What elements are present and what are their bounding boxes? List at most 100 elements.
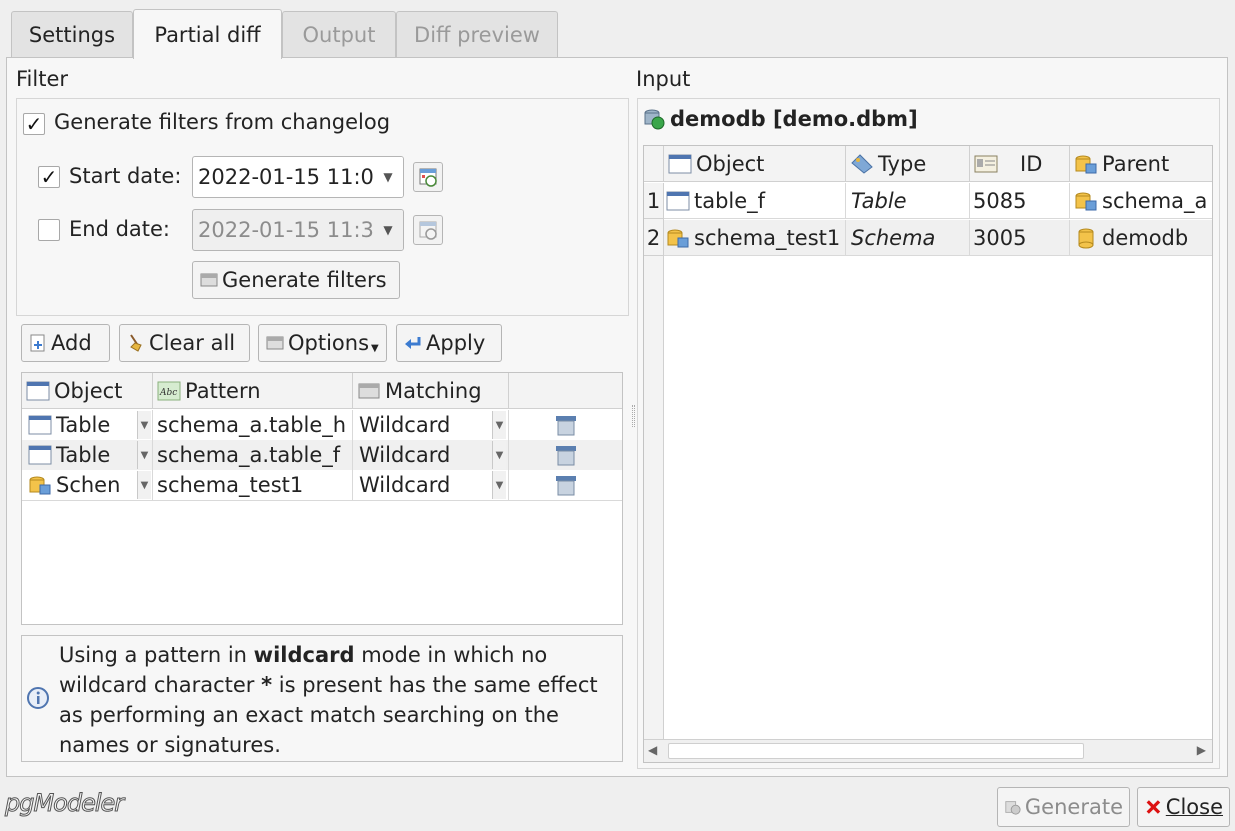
chevron-down-icon[interactable]: ▼ [492, 441, 506, 469]
start-date-input[interactable]: 2022-01-15 11:00 ▼ [192, 156, 404, 198]
tab-settings[interactable]: Settings [11, 11, 133, 58]
apply-label: Apply [426, 331, 486, 355]
table-row-pattern[interactable]: schema_a.table_h [153, 410, 353, 440]
column-header-label: Object [54, 378, 123, 403]
add-button[interactable]: Add [21, 324, 110, 362]
table-row-pattern[interactable]: schema_test1 [153, 470, 353, 500]
add-icon [30, 334, 45, 352]
column-header-id[interactable]: ID [970, 146, 1070, 182]
schema-icon [667, 229, 689, 247]
cell-text: Table [56, 443, 111, 467]
horizontal-scrollbar[interactable]: ◀ ▶ [644, 739, 1212, 762]
apply-button[interactable]: Apply [396, 324, 502, 362]
info-text-bold: * [261, 673, 273, 697]
close-label: Close [1165, 795, 1223, 819]
column-header-type[interactable]: Type [846, 146, 970, 182]
column-header-object[interactable]: Object [22, 373, 153, 409]
table-icon [28, 445, 52, 465]
end-date-input[interactable]: 2022-01-15 11:33 ▼ [192, 209, 404, 251]
end-date-value: 2022-01-15 11:33 [198, 218, 388, 242]
column-header-label: Parent [1102, 151, 1170, 176]
chevron-down-icon[interactable]: ▼ [137, 441, 151, 469]
cell-text: table_f [694, 188, 766, 213]
svg-text:Abc: Abc [159, 388, 177, 398]
tab-output[interactable]: Output [282, 11, 396, 58]
end-date-checkbox[interactable] [38, 219, 60, 241]
trash-icon [555, 446, 576, 466]
table-row-object[interactable]: Table [22, 440, 153, 470]
cell-text: schema_a.table_f [157, 443, 341, 467]
table-row-id[interactable]: 3005 [970, 220, 1070, 256]
remove-row-button[interactable] [509, 440, 622, 470]
text-icon: Abc [157, 381, 181, 400]
row-number[interactable]: 2 [644, 220, 664, 256]
scrollbar-thumb[interactable] [668, 743, 1084, 759]
generate-filters-button[interactable]: Generate filters [192, 261, 400, 299]
table-row-parent[interactable]: demodb [1070, 220, 1212, 256]
input-table: Object Type ID Parent 1 table_f Table 50… [643, 145, 1213, 763]
table-row-pattern[interactable]: schema_a.table_f [153, 440, 353, 470]
chevron-down-icon[interactable]: ▼ [137, 471, 151, 499]
table-row-id[interactable]: 5085 [970, 183, 1070, 219]
table-row-parent[interactable]: schema_a [1070, 183, 1212, 219]
start-date-value: 2022-01-15 11:00 [198, 165, 388, 189]
table-row-object[interactable]: schema_test1 [664, 220, 846, 256]
start-date-label: Start date: [69, 164, 182, 188]
type-icon [851, 153, 873, 174]
scroll-left-icon[interactable]: ◀ [648, 743, 657, 757]
add-label: Add [51, 331, 92, 355]
schema-icon [29, 476, 51, 495]
filter-table: Object Abc Pattern Matching Table ▼ sche… [21, 372, 623, 625]
table-row-object[interactable]: table_f [664, 183, 846, 219]
chevron-down-icon[interactable]: ▼ [492, 471, 506, 499]
chevron-down-icon[interactable]: ▼ [137, 411, 151, 439]
row-divider [22, 500, 622, 501]
table-row-matching[interactable]: Wildcard [353, 410, 509, 440]
table-row-matching[interactable]: Wildcard [353, 470, 509, 500]
close-icon [1146, 800, 1161, 814]
column-header-matching[interactable]: Matching [353, 373, 509, 409]
info-box: Using a pattern in wildcard mode in whic… [21, 635, 623, 762]
schema-icon [1075, 192, 1097, 210]
cell-text: schema_a [1102, 188, 1208, 213]
column-header-label: Object [696, 151, 765, 176]
clear-all-button[interactable]: Clear all [119, 324, 250, 362]
trash-icon [555, 416, 576, 436]
options-label: Options [288, 331, 370, 355]
scroll-right-icon[interactable]: ▶ [1197, 743, 1206, 757]
cell-text: Wildcard [359, 443, 451, 467]
chevron-down-icon[interactable]: ▼ [492, 411, 506, 439]
close-button[interactable]: Close [1137, 787, 1230, 827]
start-date-calendar-button[interactable] [413, 162, 443, 192]
column-header-parent[interactable]: Parent [1070, 146, 1212, 182]
table-row-object[interactable]: Table [22, 410, 153, 440]
row-number[interactable]: 1 [644, 183, 664, 219]
table-row-type[interactable]: Schema [846, 220, 970, 256]
broom-icon [130, 334, 142, 352]
remove-row-button[interactable] [509, 410, 622, 440]
cell-text: Wildcard [359, 473, 451, 497]
column-header-label: Type [878, 151, 927, 176]
app-logo: pgModeler [4, 789, 124, 818]
column-header-pattern[interactable]: Abc Pattern [153, 373, 353, 409]
end-date-calendar-button[interactable] [413, 215, 443, 245]
remove-row-button[interactable] [509, 470, 622, 500]
column-header-object[interactable]: Object [664, 146, 846, 182]
splitter-handle[interactable] [632, 405, 635, 427]
chevron-down-icon[interactable]: ▼ [373, 157, 403, 197]
generate-button[interactable]: Generate [997, 787, 1130, 827]
tab-diff-preview[interactable]: Diff preview [396, 11, 558, 58]
row-header-gutter [644, 183, 664, 739]
table-row-object[interactable]: Schen [22, 470, 153, 500]
options-button[interactable]: Options ▼ [258, 324, 387, 362]
table-row-matching[interactable]: Wildcard [353, 440, 509, 470]
start-date-checkbox[interactable]: ✓ [38, 166, 60, 188]
chevron-down-icon[interactable]: ▼ [373, 210, 403, 250]
database-icon [1078, 228, 1094, 248]
info-text-part: Using a pattern in [59, 643, 254, 667]
end-date-label: End date: [69, 217, 171, 241]
generate-from-changelog-checkbox[interactable]: ✓ [23, 113, 45, 135]
tab-label: Partial diff [154, 22, 261, 47]
table-row-type[interactable]: Table [846, 183, 970, 219]
tab-partial-diff[interactable]: Partial diff [133, 9, 282, 59]
